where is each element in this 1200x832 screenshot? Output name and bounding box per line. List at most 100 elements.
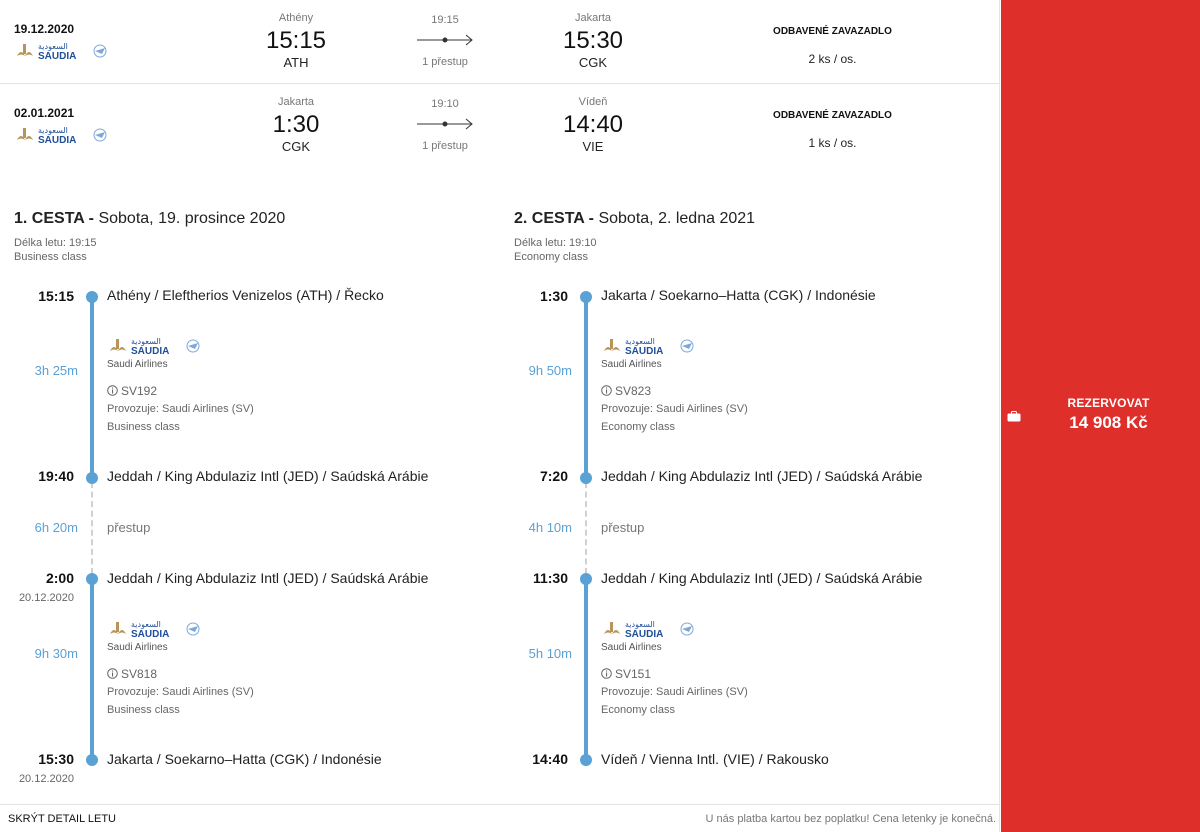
segment-arrival-place: Jeddah / King Abdulaziz Intl (JED) / Saú… bbox=[107, 468, 429, 484]
stops-count: 1 přestup bbox=[422, 56, 468, 68]
operator: Provozuje: Saudi Airlines (SV) bbox=[107, 686, 254, 698]
airline-name: Saudi Airlines bbox=[601, 642, 662, 653]
svg-text:السعودية: السعودية bbox=[38, 126, 68, 135]
arrival-code: CGK bbox=[578, 55, 608, 70]
arrival-city: Jakarta bbox=[574, 12, 612, 24]
timeline-dot bbox=[580, 754, 592, 766]
segment-arrival-time: 15:30 bbox=[38, 751, 74, 767]
segment-departure-place: Jeddah / King Abdulaziz Intl (JED) / Saú… bbox=[601, 570, 923, 586]
svg-text:SAUDIA: SAUDIA bbox=[131, 346, 169, 357]
departure-city: Athény bbox=[278, 12, 314, 24]
segment-class: Economy class bbox=[601, 704, 675, 716]
saudia-logo: السعودية SAUDIA bbox=[17, 126, 107, 146]
book-label: REZERVOVAT bbox=[1067, 396, 1150, 410]
segment-departure-place: Jakarta / Soekarno–Hatta (CGK) / Indonés… bbox=[601, 287, 876, 303]
payment-note: U nás platba kartou bez poplatku! Cena l… bbox=[705, 813, 996, 825]
flight-number[interactable]: SV192 bbox=[107, 384, 157, 398]
operator: Provozuje: Saudi Airlines (SV) bbox=[601, 403, 748, 415]
arrow-right-icon bbox=[417, 118, 473, 130]
segment-arrival-time: 19:40 bbox=[38, 468, 74, 484]
trip-duration: 19:10 bbox=[431, 98, 459, 110]
airline-name: Saudi Airlines bbox=[601, 359, 662, 370]
segment-departure-time: 15:15 bbox=[38, 288, 74, 304]
timeline-line bbox=[90, 579, 94, 761]
cabin-class: Business class bbox=[14, 251, 87, 263]
segment-departure-time: 2:00 bbox=[45, 570, 74, 586]
transfer-duration: 4h 10m bbox=[528, 520, 572, 535]
return-summary: 02.01.2021 السعودية SAUDIA Jakarta 1:30 … bbox=[0, 84, 1000, 168]
svg-text:السعودية: السعودية bbox=[38, 42, 68, 51]
saudia-logo: السعودية SAUDIA bbox=[604, 337, 694, 357]
trip-duration: 19:15 bbox=[431, 14, 459, 26]
operator: Provozuje: Saudi Airlines (SV) bbox=[107, 403, 254, 415]
svg-text:SAUDIA: SAUDIA bbox=[625, 346, 663, 357]
saudia-logo: السعودية SAUDIA bbox=[17, 42, 107, 62]
svg-text:SAUDIA: SAUDIA bbox=[131, 629, 169, 640]
hide-detail-link[interactable]: SKRÝT DETAIL LETU bbox=[8, 813, 116, 825]
segment-departure-time: 1:30 bbox=[539, 288, 568, 304]
baggage-title: ODBAVENÉ ZAVAZADLO bbox=[773, 110, 892, 121]
stops-count: 1 přestup bbox=[422, 140, 468, 152]
departure-code: CGK bbox=[281, 139, 311, 154]
info-icon bbox=[107, 385, 118, 396]
journey-title: 2. CESTA - Sobota, 2. ledna 2021 bbox=[514, 210, 756, 227]
departure-time: 15:15 bbox=[265, 27, 327, 54]
timeline-dot bbox=[580, 472, 592, 484]
info-icon bbox=[107, 668, 118, 679]
flight-number[interactable]: SV818 bbox=[107, 667, 157, 681]
arrow-right-icon bbox=[417, 34, 473, 46]
booking-panel: REZERVOVAT 14 908 Kč bbox=[1001, 0, 1200, 832]
airline-name: Saudi Airlines bbox=[107, 359, 168, 370]
timeline-dot bbox=[580, 573, 592, 585]
detail-footer: SKRÝT DETAIL LETU U nás platba kartou be… bbox=[0, 804, 1000, 832]
segment-arrival-place: Jeddah / King Abdulaziz Intl (JED) / Saú… bbox=[601, 468, 923, 484]
svg-text:SAUDIA: SAUDIA bbox=[38, 51, 76, 62]
summary-date: 19.12.2020 bbox=[14, 22, 75, 36]
segment-departure-place: Athény / Eleftherios Venizelos (ATH) / Ř… bbox=[107, 287, 384, 303]
airline-name: Saudi Airlines bbox=[107, 642, 168, 653]
flight-length: Délka letu: 19:10 bbox=[514, 237, 597, 249]
info-icon bbox=[601, 668, 612, 679]
segment-duration: 9h 50m bbox=[528, 363, 572, 378]
departure-time: 1:30 bbox=[272, 111, 320, 138]
journey-title: 1. CESTA - Sobota, 19. prosince 2020 bbox=[14, 210, 286, 227]
svg-text:السعودية: السعودية bbox=[625, 620, 655, 629]
arrival-code: VIE bbox=[582, 139, 604, 154]
info-icon bbox=[601, 385, 612, 396]
segment-class: Economy class bbox=[601, 421, 675, 433]
segment-departure-date: 20.12.2020 bbox=[18, 592, 74, 604]
segment-departure-place: Jeddah / King Abdulaziz Intl (JED) / Saú… bbox=[107, 570, 429, 586]
timeline-dot bbox=[580, 291, 592, 303]
price: 14 908 Kč bbox=[1069, 413, 1148, 432]
arrival-city: Vídeň bbox=[578, 96, 608, 108]
outbound-summary: 19.12.2020 السعودية SAUDIA Athény 15:15 … bbox=[0, 0, 1000, 84]
timeline-line bbox=[584, 296, 588, 478]
svg-text:السعودية: السعودية bbox=[131, 620, 161, 629]
saudia-logo: السعودية SAUDIA bbox=[110, 620, 200, 640]
cabin-class: Economy class bbox=[514, 251, 588, 263]
svg-text:السعودية: السعودية bbox=[131, 337, 161, 346]
segment-duration: 9h 30m bbox=[34, 646, 78, 661]
baggage-title: ODBAVENÉ ZAVAZADLO bbox=[773, 26, 892, 37]
flight-number[interactable]: SV151 bbox=[601, 667, 651, 681]
saudia-logo: السعودية SAUDIA bbox=[110, 337, 200, 357]
segment-duration: 3h 25m bbox=[34, 363, 78, 378]
timeline-line bbox=[90, 296, 94, 478]
baggage-value: 1 ks / os. bbox=[808, 136, 857, 150]
operator: Provozuje: Saudi Airlines (SV) bbox=[601, 686, 748, 698]
flight-detail-panel: 19.12.2020 السعودية SAUDIA Athény 15:15 … bbox=[0, 0, 1000, 832]
segment-arrival-date: 20.12.2020 bbox=[18, 773, 74, 785]
summary-date: 02.01.2021 bbox=[14, 106, 75, 120]
segment-arrival-place: Vídeň / Vienna Intl. (VIE) / Rakousko bbox=[601, 751, 829, 767]
journey-2-detail: 2. CESTA - Sobota, 2. ledna 2021 Délka l… bbox=[494, 210, 974, 790]
flight-number[interactable]: SV823 bbox=[601, 384, 651, 398]
segment-duration: 5h 10m bbox=[528, 646, 572, 661]
saudia-logo: السعودية SAUDIA bbox=[604, 620, 694, 640]
timeline-line bbox=[584, 579, 588, 761]
segment-arrival-place: Jakarta / Soekarno–Hatta (CGK) / Indonés… bbox=[107, 751, 382, 767]
transfer-duration: 6h 20m bbox=[34, 520, 78, 535]
transfer-label: přestup bbox=[601, 520, 645, 535]
book-button[interactable]: REZERVOVAT 14 908 Kč bbox=[1001, 394, 1200, 444]
segment-arrival-time: 7:20 bbox=[539, 468, 568, 484]
timeline-dot bbox=[86, 573, 98, 585]
